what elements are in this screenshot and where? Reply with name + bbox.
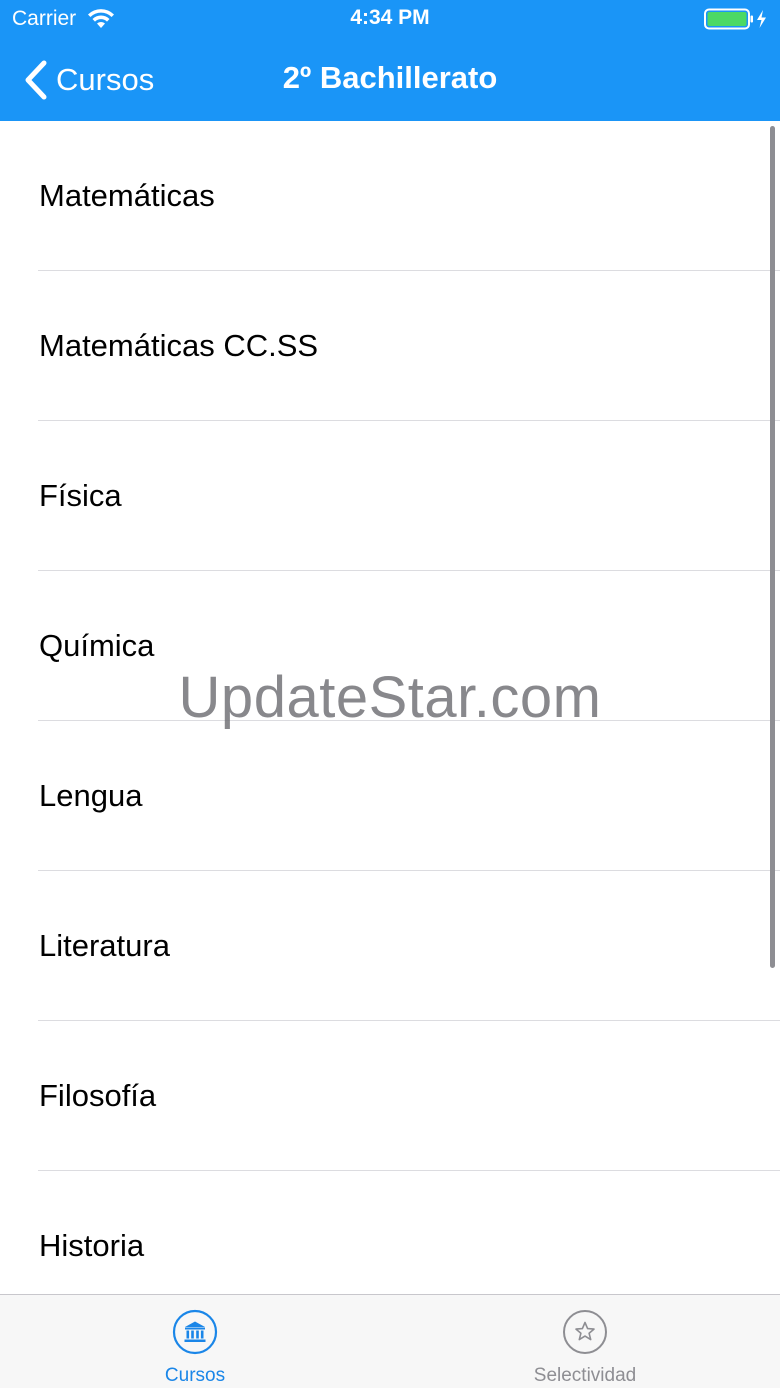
tab-cursos-label: Cursos [164,1365,226,1386]
tab-bar: Cursos Selectividad [0,1294,780,1388]
list-item-historia[interactable]: Historia [0,1171,780,1294]
list-item-lengua[interactable]: Lengua [0,721,780,871]
list-item-label: Matemáticas CC.SS [39,328,319,363]
battery-charging-icon [704,8,766,30]
list-item-label: Filosofía [39,1078,157,1113]
list-item-filosofia[interactable]: Filosofía [0,1021,780,1171]
list-item-label: Lengua [39,778,143,813]
bank-icon [172,1309,218,1355]
list-item-matematicas[interactable]: Matemáticas [0,121,780,271]
subjects-list[interactable]: Matemáticas Matemáticas CC.SS Física Quí… [0,121,780,1294]
list-item-label: Literatura [39,928,170,963]
status-time: 4:34 PM [350,6,430,29]
list-item-label: Historia [39,1228,145,1263]
star-icon [563,1310,607,1354]
list-item-matematicas-ccss[interactable]: Matemáticas CC.SS [0,271,780,421]
list-item-label: Química [39,628,155,663]
navigation-bar: Carrier 4:34 PM Cursos 2º Bachillerato [0,0,780,121]
tab-cursos[interactable]: Cursos [0,1295,390,1388]
list-item-label: Matemáticas [39,178,215,213]
list-item-literatura[interactable]: Literatura [0,871,780,1021]
tab-selectividad-label: Selectividad [533,1365,637,1386]
list-item-quimica[interactable]: Química [0,571,780,721]
list-item-fisica[interactable]: Física [0,421,780,571]
page-title: 2º Bachillerato [282,60,498,95]
list-item-label: Física [39,478,122,513]
tab-selectividad[interactable]: Selectividad [390,1295,780,1388]
scroll-indicator[interactable] [770,126,775,968]
